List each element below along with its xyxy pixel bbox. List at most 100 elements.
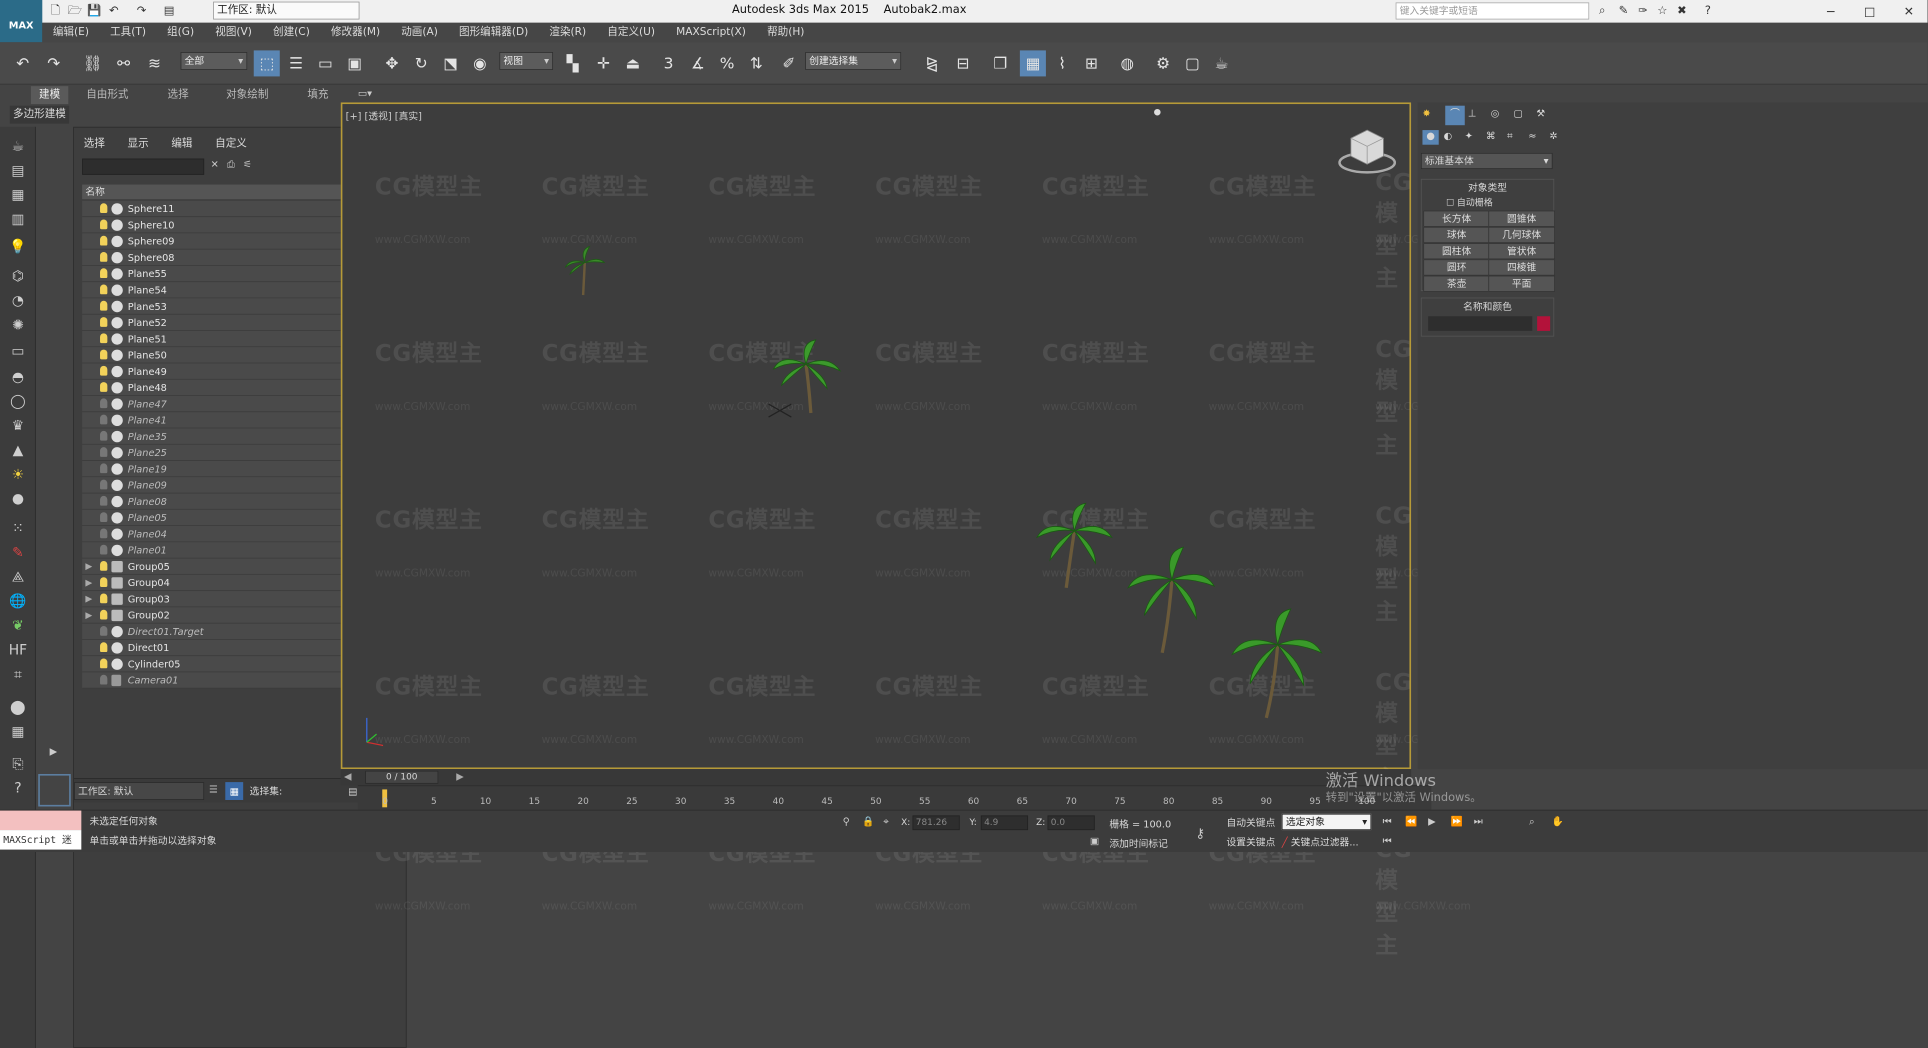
visibility-icon[interactable] (100, 333, 108, 344)
render-setup-icon[interactable]: ⚙ (1150, 50, 1176, 76)
menu-item[interactable]: 工具(T) (100, 23, 157, 43)
tools-icon-2[interactable]: ✑ (1635, 2, 1651, 18)
auto-key-button[interactable]: 自动关键点 (1226, 815, 1275, 829)
visibility-icon[interactable] (100, 203, 108, 214)
geometry-icon[interactable]: ● (1422, 130, 1439, 145)
visibility-icon[interactable] (100, 300, 108, 311)
scale-icon[interactable]: ⬔ (438, 50, 464, 76)
ribbon-tab[interactable]: 自由形式 (78, 86, 137, 104)
visibility-icon[interactable] (100, 593, 108, 604)
visibility-icon[interactable] (100, 495, 108, 506)
star-icon[interactable]: ☆ (1654, 2, 1670, 18)
menu-item[interactable]: 编辑(E) (42, 23, 99, 43)
prev-key-icon[interactable]: ⏪ (1405, 815, 1417, 826)
visibility-icon[interactable] (100, 479, 108, 490)
percent-snap-icon[interactable]: % (714, 50, 740, 76)
lights-icon[interactable]: ✦ (1465, 130, 1473, 141)
open-icon[interactable]: 🗁 (67, 2, 83, 18)
layer-icon[interactable]: ☰ (209, 784, 218, 795)
bind-spacewarp-icon[interactable]: ≋ (142, 50, 168, 76)
globe-icon[interactable]: 🌐 (7, 590, 30, 613)
layer-manager-icon[interactable]: ❐ (987, 50, 1013, 76)
y-coordinate-field[interactable]: 4.9 (980, 815, 1029, 831)
ribbon-tab[interactable]: 建模 (30, 86, 69, 105)
selection-set-icon[interactable]: ▦ (225, 782, 244, 800)
visibility-icon[interactable] (100, 349, 108, 360)
lock-icon[interactable]: 🔒 (862, 815, 874, 826)
dome-icon[interactable]: ◓ (7, 366, 30, 389)
visibility-icon[interactable] (100, 528, 108, 539)
menu-item[interactable]: 渲染(R) (539, 23, 597, 43)
shapes-icon[interactable]: ◐ (1444, 130, 1453, 141)
utilities-tab-icon[interactable]: ⚒ (1536, 107, 1545, 118)
maximize-button[interactable]: □ (1851, 2, 1888, 22)
menu-item[interactable]: 自定义(U) (597, 23, 666, 43)
create-object-button[interactable]: 四棱锥 (1488, 259, 1556, 276)
search-input[interactable]: 键入关键字或短语 (1395, 2, 1590, 20)
ribbon-tab[interactable]: 填充 (299, 86, 336, 104)
maxscript-listener-input[interactable]: MAXScript 迷 (0, 830, 82, 850)
teapot-icon[interactable]: ☕ (7, 135, 30, 158)
snaps-toggle-icon[interactable]: 3 (656, 50, 682, 76)
layers-icon[interactable]: ⚟ (243, 159, 252, 170)
visibility-icon[interactable] (100, 414, 108, 425)
binoculars-icon[interactable]: ⌕ (1594, 2, 1610, 18)
hf-icon[interactable]: HF (7, 639, 30, 662)
hierarchy-tab-icon[interactable]: ⊥ (1468, 107, 1477, 118)
visibility-icon[interactable] (100, 642, 108, 653)
camera-icon[interactable]: ⌬ (7, 265, 30, 288)
visibility-icon[interactable] (100, 284, 108, 295)
render-production-icon[interactable]: ☕ (1209, 50, 1235, 76)
perspective-viewport[interactable]: [+] [透视] [真实] CG模型主 www.CGMXW.com CG模型主 www… (340, 102, 1471, 959)
keyboard-shortcut-icon[interactable]: ⏏ (620, 50, 646, 76)
visibility-icon[interactable] (100, 447, 108, 457)
x-icon[interactable]: ✖ (1674, 2, 1690, 18)
visibility-icon[interactable] (100, 658, 108, 669)
explorer-toggle-button[interactable] (38, 773, 71, 807)
create-object-button[interactable]: 圆柱体 (1423, 243, 1490, 260)
tools-icon[interactable]: ✎ (1615, 2, 1631, 18)
menu-item[interactable]: 创建(C) (262, 23, 320, 43)
scene-explorer-icon[interactable]: ▦ (1019, 50, 1046, 77)
create-object-button[interactable]: 圆锥体 (1488, 210, 1556, 227)
menu-item[interactable]: 图形编辑器(D) (448, 23, 538, 43)
spinner-snap-icon[interactable]: ⇅ (743, 50, 769, 76)
help-icon[interactable]: ? (1700, 2, 1716, 18)
table-icon[interactable]: ▥ (7, 208, 30, 231)
plant-icon[interactable]: ❦ (7, 615, 30, 638)
create-object-button[interactable]: 球体 (1423, 226, 1490, 244)
unlink-icon[interactable]: ⚯ (111, 50, 137, 76)
time-slider[interactable]: ◀ 0 / 100 ▶ (340, 769, 1412, 786)
motion-tab-icon[interactable]: ◎ (1491, 107, 1500, 118)
visibility-icon[interactable] (100, 609, 108, 620)
rect-selection-icon[interactable]: ▭ (312, 50, 338, 76)
create-tab-icon[interactable]: ✸ (1422, 107, 1430, 118)
rotate-icon[interactable]: ↻ (408, 50, 434, 76)
rendered-frame-icon[interactable]: ▢ (1179, 50, 1205, 76)
ribbon-tab[interactable]: 对象绘制 (218, 86, 277, 104)
menu-item[interactable]: 组(G) (157, 23, 205, 43)
visibility-icon[interactable] (100, 268, 108, 279)
crown-icon[interactable]: ♛ (7, 415, 30, 438)
visibility-icon[interactable] (100, 252, 108, 262)
explorer-menu-customize[interactable]: 自定义 (205, 134, 256, 149)
mini-curve-editor-icon[interactable]: ▤ (348, 785, 366, 806)
go-to-end-icon[interactable]: ⏭ (1474, 815, 1483, 827)
explorer-menu-edit[interactable]: 编辑 (162, 134, 203, 149)
named-selection-dropdown[interactable]: 创建选择集 (805, 52, 902, 70)
key-mode-icon[interactable]: ⏮ (1383, 835, 1392, 847)
explorer-menu-select[interactable]: 选择 (74, 134, 115, 149)
set-key-button[interactable]: 设置关键点 (1226, 835, 1275, 849)
helper-icon[interactable]: ◔ (7, 289, 30, 312)
view-cube[interactable] (1338, 129, 1397, 174)
save-icon-2[interactable]: ⎘ (7, 753, 30, 776)
primitive-type-dropdown[interactable]: 标准基本体 ▾ (1420, 152, 1553, 170)
create-object-button[interactable]: 长方体 (1423, 210, 1490, 227)
expand-icon[interactable]: ▶ (85, 575, 92, 591)
next-frame-icon[interactable]: ▶ (456, 771, 464, 782)
selection-filter-dropdown[interactable]: 全部 (180, 52, 248, 70)
edit-named-selection-icon[interactable]: ✐ (776, 50, 802, 76)
create-object-button[interactable]: 平面 (1488, 275, 1556, 292)
maxscript-listener-top[interactable] (0, 810, 82, 831)
box-icon[interactable]: ▭ (7, 340, 30, 363)
